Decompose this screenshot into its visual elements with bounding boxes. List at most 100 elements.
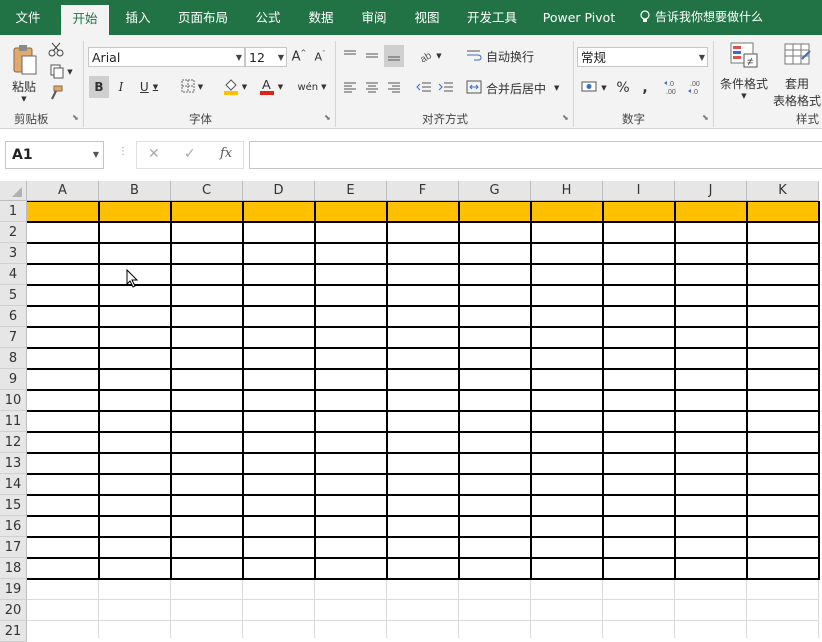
cell-d5[interactable] (243, 285, 315, 306)
cell-d15[interactable] (243, 495, 315, 516)
cell-f20[interactable] (387, 600, 459, 621)
cell-d2[interactable] (243, 222, 315, 243)
cell-a5[interactable] (27, 285, 99, 306)
tell-me-box[interactable]: 告诉我你想要做什么 (640, 0, 763, 35)
cell-b19[interactable] (99, 579, 171, 600)
cell-c17[interactable] (171, 537, 243, 558)
cell-a12[interactable] (27, 432, 99, 453)
tab-page-layout[interactable]: 页面布局 (168, 0, 238, 35)
column-header-g[interactable]: G (459, 181, 531, 201)
increase-font-size-button[interactable]: A^ (290, 47, 308, 67)
cell-j16[interactable] (675, 516, 747, 537)
cell-a10[interactable] (27, 390, 99, 411)
cell-h19[interactable] (531, 579, 603, 600)
cell-c4[interactable] (171, 264, 243, 285)
row-header-18[interactable]: 18 (0, 558, 27, 579)
cell-j19[interactable] (675, 579, 747, 600)
cell-b9[interactable] (99, 369, 171, 390)
cell-i5[interactable] (603, 285, 675, 306)
cell-c3[interactable] (171, 243, 243, 264)
cell-j6[interactable] (675, 306, 747, 327)
cell-e1[interactable] (315, 201, 387, 222)
cell-f13[interactable] (387, 453, 459, 474)
cell-a9[interactable] (27, 369, 99, 390)
cell-f10[interactable] (387, 390, 459, 411)
align-right-button[interactable] (384, 77, 404, 99)
format-painter-button[interactable] (46, 85, 66, 103)
cell-i8[interactable] (603, 348, 675, 369)
cell-e5[interactable] (315, 285, 387, 306)
cell-i7[interactable] (603, 327, 675, 348)
cell-e14[interactable] (315, 474, 387, 495)
cell-k6[interactable] (747, 306, 819, 327)
tab-view[interactable]: 视图 (404, 0, 450, 35)
cell-c21[interactable] (171, 621, 243, 638)
cell-b12[interactable] (99, 432, 171, 453)
decrease-decimal-button[interactable]: .00.0 (686, 77, 708, 99)
cell-b7[interactable] (99, 327, 171, 348)
increase-indent-button[interactable] (436, 77, 456, 99)
paste-button[interactable]: 粘贴 ▼ (6, 41, 42, 105)
cell-g20[interactable] (459, 600, 531, 621)
cell-c8[interactable] (171, 348, 243, 369)
cell-b13[interactable] (99, 453, 171, 474)
cell-a20[interactable] (27, 600, 99, 621)
cell-k12[interactable] (747, 432, 819, 453)
cell-i9[interactable] (603, 369, 675, 390)
cell-j12[interactable] (675, 432, 747, 453)
cell-g12[interactable] (459, 432, 531, 453)
cell-g7[interactable] (459, 327, 531, 348)
column-header-k[interactable]: K (747, 181, 819, 201)
cell-g15[interactable] (459, 495, 531, 516)
cell-k15[interactable] (747, 495, 819, 516)
cell-d14[interactable] (243, 474, 315, 495)
cell-h10[interactable] (531, 390, 603, 411)
cell-d18[interactable] (243, 558, 315, 579)
cell-d19[interactable] (243, 579, 315, 600)
cell-d20[interactable] (243, 600, 315, 621)
font-size-dropdown[interactable]: 12 ▼ (245, 47, 287, 67)
cell-k4[interactable] (747, 264, 819, 285)
tab-formulas[interactable]: 公式 (245, 0, 291, 35)
row-header-13[interactable]: 13 (0, 453, 27, 474)
cell-j10[interactable] (675, 390, 747, 411)
cell-i21[interactable] (603, 621, 675, 638)
cell-i10[interactable] (603, 390, 675, 411)
percent-button[interactable]: % (613, 77, 633, 99)
cell-h1[interactable] (531, 201, 603, 222)
cell-c11[interactable] (171, 411, 243, 432)
cell-c18[interactable] (171, 558, 243, 579)
borders-button[interactable]: ▼ (176, 76, 208, 98)
cell-a2[interactable] (27, 222, 99, 243)
cell-d9[interactable] (243, 369, 315, 390)
cell-e11[interactable] (315, 411, 387, 432)
cell-i16[interactable] (603, 516, 675, 537)
cell-d17[interactable] (243, 537, 315, 558)
cell-b15[interactable] (99, 495, 171, 516)
cell-h12[interactable] (531, 432, 603, 453)
cell-i11[interactable] (603, 411, 675, 432)
row-header-6[interactable]: 6 (0, 306, 27, 327)
cell-e4[interactable] (315, 264, 387, 285)
cell-b6[interactable] (99, 306, 171, 327)
cell-g21[interactable] (459, 621, 531, 638)
cell-j4[interactable] (675, 264, 747, 285)
cell-g19[interactable] (459, 579, 531, 600)
increase-decimal-button[interactable]: .0.00 (662, 77, 684, 99)
cell-j9[interactable] (675, 369, 747, 390)
tab-home[interactable]: 开始 (61, 5, 109, 35)
cell-k11[interactable] (747, 411, 819, 432)
cell-i19[interactable] (603, 579, 675, 600)
cell-g9[interactable] (459, 369, 531, 390)
cell-h15[interactable] (531, 495, 603, 516)
cell-h4[interactable] (531, 264, 603, 285)
cell-a17[interactable] (27, 537, 99, 558)
cell-i2[interactable] (603, 222, 675, 243)
cancel-icon[interactable]: ✕ (148, 146, 160, 162)
cell-h21[interactable] (531, 621, 603, 638)
cell-k8[interactable] (747, 348, 819, 369)
cell-k19[interactable] (747, 579, 819, 600)
cell-k7[interactable] (747, 327, 819, 348)
row-header-1[interactable]: 1 (0, 201, 27, 222)
font-launcher-icon[interactable]: ⬊ (324, 113, 331, 122)
